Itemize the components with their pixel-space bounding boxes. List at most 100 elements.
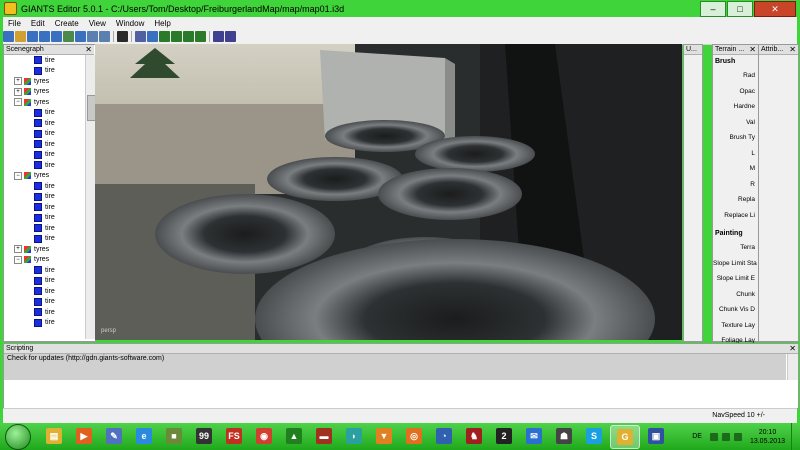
save-all-icon[interactable] <box>39 31 50 42</box>
start-button[interactable] <box>5 423 31 450</box>
taskbar-app-button[interactable]: FS <box>220 425 248 447</box>
taskbar-app-button[interactable]: ✎ <box>100 425 128 447</box>
maximize-button[interactable]: □ <box>727 1 753 17</box>
open-file-icon[interactable] <box>15 31 26 42</box>
terrain-close-icon[interactable]: ✕ <box>749 45 756 54</box>
expand-toggle-icon[interactable]: − <box>14 255 22 264</box>
script-input-area[interactable] <box>4 381 786 407</box>
scenegraph-node-row[interactable]: tire <box>4 223 86 234</box>
taskbar-app-button[interactable]: ◉ <box>250 425 278 447</box>
grass-icon[interactable] <box>195 31 206 42</box>
attributes-close-icon[interactable]: ✕ <box>789 45 796 54</box>
language-indicator[interactable]: DE <box>692 433 702 440</box>
scenegraph-node-row[interactable]: tire <box>4 66 86 77</box>
tray-expand-icon[interactable] <box>709 432 718 441</box>
scenegraph-node-row[interactable]: tire <box>4 55 86 66</box>
node-label: tyres <box>34 172 50 180</box>
volume-icon[interactable] <box>733 432 742 441</box>
taskbar-app-button[interactable]: S <box>580 425 608 447</box>
menu-view[interactable]: View <box>84 19 111 28</box>
taskbar-app-button[interactable]: ▣ <box>642 425 670 447</box>
expand-toggle-icon[interactable]: + <box>14 87 22 96</box>
scenegraph-node-row[interactable]: tire <box>4 276 86 287</box>
scenegraph-group-row[interactable]: + tyres <box>4 87 86 98</box>
taskbar-app-button[interactable]: ▲ <box>280 425 308 447</box>
menu-file[interactable]: File <box>3 19 26 28</box>
foliage-paint-icon[interactable] <box>183 31 194 42</box>
clock[interactable]: 20:10 13.05.2013 <box>750 428 785 446</box>
show-desktop-button[interactable] <box>791 423 800 450</box>
taskbar-app-button[interactable]: ■ <box>160 425 188 447</box>
scenegraph-node-row[interactable]: tire <box>4 139 86 150</box>
taskbar-app-button[interactable]: ✉ <box>520 425 548 447</box>
redo-icon[interactable] <box>99 31 110 42</box>
scenegraph-node-row[interactable]: tire <box>4 318 86 329</box>
menu-create[interactable]: Create <box>50 19 84 28</box>
taskbar-app-button[interactable]: e <box>130 425 158 447</box>
select-tool-icon[interactable] <box>213 31 224 42</box>
scenegraph-node-row[interactable]: tire <box>4 150 86 161</box>
scenegraph-node-row[interactable]: tire <box>4 234 86 245</box>
taskbar-app-button[interactable]: G <box>610 424 640 449</box>
import-icon[interactable] <box>63 31 74 42</box>
scenegraph-scrollbar[interactable] <box>85 55 96 339</box>
expand-toggle-icon[interactable]: − <box>14 171 22 180</box>
menu-window[interactable]: Window <box>111 19 149 28</box>
scenegraph-node-row[interactable]: tire <box>4 307 86 318</box>
refresh-icon[interactable] <box>75 31 86 42</box>
scenegraph-node-row[interactable]: tire <box>4 108 86 119</box>
expand-toggle-icon[interactable]: + <box>14 77 22 86</box>
scenegraph-group-row[interactable]: − tyres <box>4 171 86 182</box>
undo-icon[interactable] <box>87 31 98 42</box>
camera-icon[interactable] <box>147 31 158 42</box>
taskbar-app-button[interactable]: 2 <box>490 425 518 447</box>
close-button[interactable]: ✕ <box>754 1 796 17</box>
script-output-scrollbar[interactable] <box>787 354 798 380</box>
scenegraph-node-row[interactable]: tire <box>4 181 86 192</box>
title-bar[interactable]: GIANTS Editor 5.0.1 - C:/Users/Tom/Deskt… <box>0 0 800 17</box>
taskbar-app-button[interactable]: ◗ <box>340 425 368 447</box>
taskbar-app-button[interactable]: ▬ <box>310 425 338 447</box>
network-icon[interactable] <box>721 432 730 441</box>
scenegraph-node-row[interactable]: tire <box>4 129 86 140</box>
scenegraph-node-row[interactable]: tire <box>4 297 86 308</box>
menu-edit[interactable]: Edit <box>26 19 50 28</box>
3d-viewport[interactable]: persp <box>95 44 682 340</box>
transform-group-icon <box>24 77 31 85</box>
terrain-paint-icon[interactable] <box>171 31 182 42</box>
taskbar-app-button[interactable]: ▼ <box>370 425 398 447</box>
menu-help[interactable]: Help <box>149 19 175 28</box>
taskbar-app-button[interactable]: 99 <box>190 425 218 447</box>
taskbar-app-button[interactable]: ♞ <box>460 425 488 447</box>
scenegraph-group-row[interactable]: − tyres <box>4 255 86 266</box>
terrain-property-label: Chunk Vis D <box>718 306 755 313</box>
scenegraph-node-row[interactable]: tire <box>4 192 86 203</box>
save-as-icon[interactable] <box>51 31 62 42</box>
scenegraph-node-row[interactable]: tire <box>4 202 86 213</box>
scripting-close-icon[interactable]: ✕ <box>789 344 796 353</box>
status-bar: NavSpeed 10 +/- <box>3 408 797 423</box>
scenegraph-node-row[interactable]: tire <box>4 213 86 224</box>
scenegraph-node-row[interactable]: tire <box>4 265 86 276</box>
taskbar-app-button[interactable]: ▶ <box>70 425 98 447</box>
scenegraph-close-icon[interactable]: ✕ <box>85 45 92 54</box>
scenegraph-group-row[interactable]: − tyres <box>4 97 86 108</box>
minimize-button[interactable]: – <box>700 1 726 17</box>
new-file-icon[interactable] <box>3 31 14 42</box>
scenegraph-group-row[interactable]: + tyres <box>4 76 86 87</box>
expand-toggle-icon[interactable]: + <box>14 245 22 254</box>
move-tool-icon[interactable] <box>225 31 236 42</box>
scenegraph-node-row[interactable]: tire <box>4 160 86 171</box>
taskbar-app-button[interactable]: ▤ <box>40 425 68 447</box>
terrain-sculpt-icon[interactable] <box>159 31 170 42</box>
scenegraph-node-row[interactable]: tire <box>4 286 86 297</box>
scenegraph-group-row[interactable]: + tyres <box>4 244 86 255</box>
taskbar-app-button[interactable]: ◎ <box>400 425 428 447</box>
taskbar-app-button[interactable]: ◔ <box>430 425 458 447</box>
save-icon[interactable] <box>27 31 38 42</box>
taskbar-app-button[interactable]: ☗ <box>550 425 578 447</box>
expand-toggle-icon[interactable]: − <box>14 98 22 107</box>
view-mode-icon[interactable] <box>135 31 146 42</box>
scenegraph-node-row[interactable]: tire <box>4 118 86 129</box>
play-icon[interactable] <box>117 31 128 42</box>
